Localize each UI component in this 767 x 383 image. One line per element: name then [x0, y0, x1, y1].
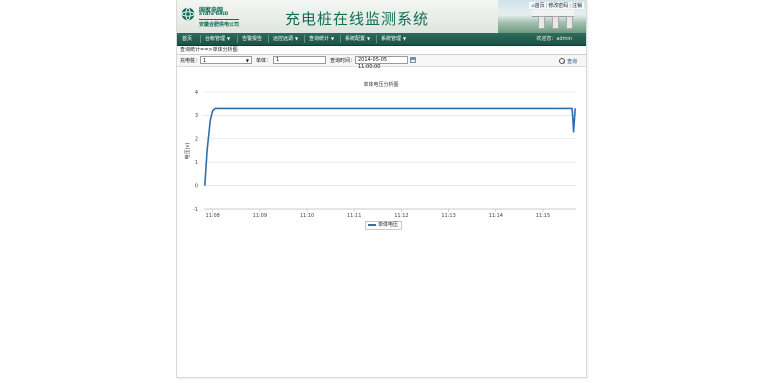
x-axis-ticks: 11:08 11:09 11:10 11:11 11:12 11:13 11:14 11:15 — [205, 209, 550, 219]
legend-label: 单体电压 — [378, 222, 399, 228]
x-tick-label: 11:15 — [536, 213, 550, 219]
nav-system-config[interactable]: 系统配置 ▼ — [342, 33, 373, 45]
x-tick-label: 11:12 — [394, 213, 408, 219]
chevron-down-icon: ▼ — [403, 36, 407, 41]
x-tick-label: 11:13 — [441, 213, 455, 219]
app-frame: 国家电网 STATE GRID 安徽合肥供电公司 充电桩在线监测系统 ⌂首页|修… — [176, 0, 587, 378]
nav-ledger[interactable]: 台帐管理 ▼ — [202, 33, 233, 45]
calendar-icon[interactable] — [410, 57, 416, 63]
nav-label: 系统配置 — [345, 36, 366, 42]
y-tick-label: 2 — [195, 137, 198, 143]
chevron-down-icon: ▼ — [227, 36, 231, 41]
filter-bar: 充电桩： 1 ▼ 单体： 1 查询时间： 2014-05-05 11:00:00… — [177, 55, 586, 70]
nav-label: 远控远调 — [273, 36, 294, 42]
top-links: ⌂首页|修改密码|注销 — [529, 2, 584, 9]
charger-select-value: 1 — [203, 58, 207, 64]
charger-label: 充电桩： — [180, 58, 201, 64]
chevron-down-icon: ▼ — [245, 58, 249, 63]
nav-query-stats[interactable]: 查询统计 ▼ — [306, 33, 337, 45]
cell-label: 单体： — [256, 58, 272, 64]
x-tick-label: 11:14 — [489, 213, 503, 219]
nav-divider — [200, 35, 201, 43]
data-point — [558, 107, 560, 109]
y-axis-label: 电压(v) — [184, 143, 191, 160]
top-link-logout[interactable]: 注销 — [572, 3, 582, 9]
charger-pump — [566, 16, 573, 29]
query-time-label: 查询时间： — [330, 58, 356, 64]
legend-swatch — [368, 223, 376, 226]
system-title: 充电桩在线监测系统 — [285, 10, 430, 28]
query-time-input[interactable]: 2014-05-05 11:00:00 — [355, 56, 408, 70]
logo-name-en: STATE GRID — [199, 12, 229, 17]
nav-divider — [376, 35, 377, 43]
nav-label: 告警报告 — [242, 36, 263, 42]
charger-pump — [552, 16, 559, 29]
nav-label: 台帐管理 — [205, 36, 226, 42]
data-point — [212, 110, 214, 112]
data-point — [573, 131, 575, 133]
y-tick-label: 4 — [195, 90, 198, 96]
cell-input[interactable]: 1 — [273, 56, 326, 64]
charger-pump — [538, 16, 545, 29]
y-tick-label: 3 — [195, 113, 198, 119]
y-tick-label: 1 — [195, 160, 198, 166]
x-tick-label: 11:09 — [253, 213, 267, 219]
nav-divider — [304, 35, 305, 43]
query-button-label: 查询 — [566, 59, 577, 65]
top-link-change-password[interactable]: 修改密码 — [548, 3, 568, 9]
top-link-home[interactable]: 首页 — [535, 3, 545, 9]
nav-alarm-report[interactable]: 告警报告 — [239, 33, 265, 45]
nav-label: 查询统计 — [309, 36, 330, 42]
data-point — [206, 150, 208, 151]
cell-voltage-chart: 单体电压分析图 电压(v) -101234 11:08 11:09 11:10 11:… — [184, 81, 576, 219]
nav-home[interactable]: 首页 — [179, 33, 195, 45]
header: 国家电网 STATE GRID 安徽合肥供电公司 充电桩在线监测系统 ⌂首页|修… — [177, 0, 586, 34]
data-point — [214, 107, 216, 109]
chart-legend[interactable]: 单体电压 — [365, 221, 403, 230]
main-navbar: 首页 台帐管理 ▼ 告警报告 远控远调 ▼ 查询统计 ▼ 系统配置 ▼ 系统管理 ▼ 欢迎… — [177, 33, 586, 46]
data-point — [209, 119, 211, 121]
data-point — [574, 107, 576, 109]
welcome-text: 欢迎您：admin — [536, 36, 572, 42]
grid-lines — [204, 91, 576, 210]
nav-label: 首页 — [182, 36, 193, 42]
chevron-down-icon: ▼ — [331, 36, 335, 41]
chevron-down-icon: ▼ — [295, 36, 299, 41]
nav-divider — [237, 35, 238, 43]
company-name: 安徽合肥供电公司 — [199, 19, 240, 28]
y-tick-label: 0 — [195, 183, 198, 189]
nav-divider — [268, 35, 269, 43]
header-banner-image: ⌂首页|修改密码|注销 — [498, 0, 586, 33]
nav-system-admin[interactable]: 系统管理 ▼ — [378, 33, 409, 45]
data-point — [572, 119, 574, 121]
breadcrumb: 查询统计==>单体分析图 — [180, 47, 238, 53]
series-group — [204, 107, 576, 186]
x-tick-label: 11:11 — [347, 213, 361, 219]
nav-remote-control[interactable]: 远控远调 ▼ — [270, 33, 301, 45]
query-button[interactable]: 查询 — [558, 57, 577, 65]
x-tick-label: 11:08 — [205, 213, 219, 219]
data-point — [574, 119, 575, 121]
chevron-down-icon: ▼ — [367, 36, 371, 41]
series-line-cell-voltage — [204, 107, 576, 186]
data-point — [571, 107, 573, 109]
charger-select[interactable]: 1 ▼ — [200, 56, 252, 64]
search-icon — [558, 58, 565, 64]
state-grid-logo-icon — [181, 7, 195, 21]
y-tick-label: -1 — [193, 207, 198, 213]
x-tick-label: 11:10 — [300, 213, 314, 219]
nav-label: 系统管理 — [381, 36, 402, 42]
y-axis-ticks: -1 0 1 2 3 4 — [193, 90, 198, 213]
nav-divider — [340, 35, 341, 43]
chart-title: 单体电压分析图 — [363, 81, 398, 88]
data-point — [204, 185, 206, 186]
